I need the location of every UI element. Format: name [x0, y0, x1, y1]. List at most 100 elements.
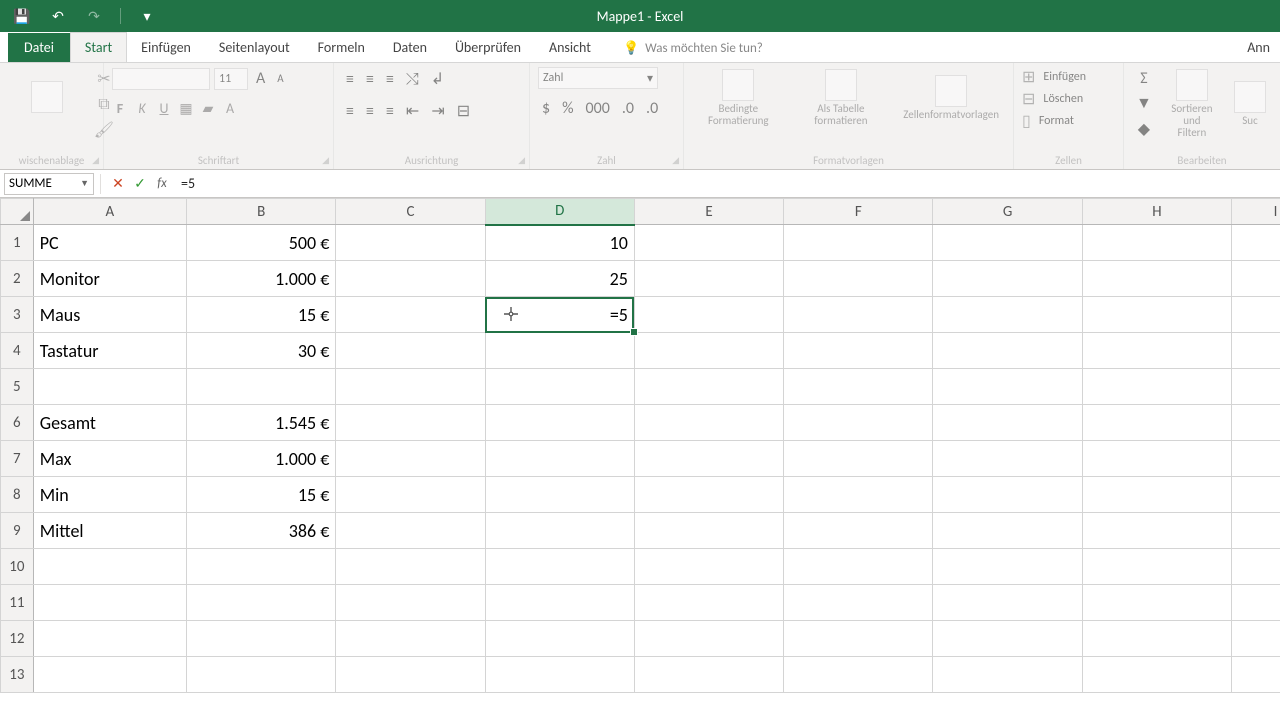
cell-F4[interactable] [784, 333, 933, 369]
cell-H2[interactable] [1082, 261, 1231, 297]
tab-formeln[interactable]: Formeln [304, 33, 379, 62]
align-bottom-button[interactable]: ≡ [382, 68, 398, 91]
cell-G13[interactable] [933, 657, 1082, 693]
align-middle-button[interactable]: ≡ [362, 68, 378, 91]
cell-A2[interactable]: Monitor [33, 261, 186, 297]
cell-H6[interactable] [1082, 405, 1231, 441]
cell-D9[interactable] [485, 513, 634, 549]
find-select-button[interactable]: Suc [1228, 79, 1272, 129]
row-header-12[interactable]: 12 [1, 621, 34, 657]
cell-I10[interactable] [1232, 549, 1280, 585]
conditional-formatting-button[interactable]: Bedingte Formatierung [692, 67, 785, 129]
row-header-9[interactable]: 9 [1, 513, 34, 549]
cell-I12[interactable] [1232, 621, 1280, 657]
row-header-4[interactable]: 4 [1, 333, 34, 369]
cell-F3[interactable] [784, 297, 933, 333]
cell-D7[interactable] [485, 441, 634, 477]
wrap-text-button[interactable]: ↲ [427, 67, 448, 91]
cell-I2[interactable] [1232, 261, 1280, 297]
cell-E11[interactable] [634, 585, 783, 621]
tab-ueberpruefen[interactable]: Überprüfen [441, 33, 535, 62]
cell-D4[interactable] [485, 333, 634, 369]
cell-B2[interactable]: 1.000 € [187, 261, 336, 297]
cell-A5[interactable] [33, 369, 186, 405]
bold-button[interactable]: F [112, 100, 128, 117]
cell-B3[interactable]: 15 € [187, 297, 336, 333]
cell-H8[interactable] [1082, 477, 1231, 513]
tab-einfuegen[interactable]: Einfügen [127, 33, 205, 62]
cell-G8[interactable] [933, 477, 1082, 513]
cell-H5[interactable] [1082, 369, 1231, 405]
font-color-button[interactable]: A [222, 98, 238, 119]
cell-A4[interactable]: Tastatur [33, 333, 186, 369]
cell-I6[interactable] [1232, 405, 1280, 441]
fill-button[interactable]: ▼ [1132, 92, 1156, 115]
cell-H7[interactable] [1082, 441, 1231, 477]
decrease-decimal-button[interactable]: .0 [642, 97, 662, 120]
cell-B8[interactable]: 15 € [187, 477, 336, 513]
cell-C12[interactable] [336, 621, 485, 657]
column-header-H[interactable]: H [1082, 199, 1231, 225]
tab-daten[interactable]: Daten [379, 33, 441, 62]
cell-F9[interactable] [784, 513, 933, 549]
cell-B10[interactable] [187, 549, 336, 585]
align-center-button[interactable]: ≡ [362, 100, 378, 123]
align-right-button[interactable]: ≡ [382, 100, 398, 123]
account-label[interactable]: Ann [1237, 33, 1280, 62]
format-cells-button[interactable]: ▯Format [1022, 111, 1115, 131]
cell-H3[interactable] [1082, 297, 1231, 333]
column-header-G[interactable]: G [933, 199, 1082, 225]
cell-C7[interactable] [336, 441, 485, 477]
dialog-launcher-alignment[interactable]: ◢ [518, 155, 525, 166]
row-header-8[interactable]: 8 [1, 477, 34, 513]
cell-C13[interactable] [336, 657, 485, 693]
cell-D6[interactable] [485, 405, 634, 441]
cell-G9[interactable] [933, 513, 1082, 549]
column-header-F[interactable]: F [784, 199, 933, 225]
row-header-3[interactable]: 3 [1, 297, 34, 333]
cell-F6[interactable] [784, 405, 933, 441]
decrease-indent-button[interactable]: ⇤ [402, 99, 423, 123]
cell-G2[interactable] [933, 261, 1082, 297]
cell-A6[interactable]: Gesamt [33, 405, 186, 441]
copy-button[interactable]: ⧉ [90, 93, 118, 116]
cell-F11[interactable] [784, 585, 933, 621]
autosum-button[interactable]: Σ [1132, 67, 1156, 90]
cell-I8[interactable] [1232, 477, 1280, 513]
cell-G3[interactable] [933, 297, 1082, 333]
cell-E12[interactable] [634, 621, 783, 657]
tab-file[interactable]: Datei [8, 33, 70, 62]
clear-button[interactable]: ◆ [1132, 117, 1156, 141]
save-button[interactable]: 💾 [8, 4, 36, 28]
cell-I3[interactable] [1232, 297, 1280, 333]
cell-G11[interactable] [933, 585, 1082, 621]
decrease-font-button[interactable]: A [273, 70, 287, 87]
cell-H1[interactable] [1082, 225, 1231, 261]
cell-D13[interactable] [485, 657, 634, 693]
cell-H11[interactable] [1082, 585, 1231, 621]
row-header-6[interactable]: 6 [1, 405, 34, 441]
cell-B11[interactable] [187, 585, 336, 621]
cell-A12[interactable] [33, 621, 186, 657]
cut-button[interactable]: ✂ [90, 67, 118, 91]
row-header-1[interactable]: 1 [1, 225, 34, 261]
cell-D10[interactable] [485, 549, 634, 585]
column-header-A[interactable]: A [33, 199, 186, 225]
row-header-10[interactable]: 10 [1, 549, 34, 585]
dialog-launcher-number[interactable]: ◢ [672, 155, 679, 166]
cell-F5[interactable] [784, 369, 933, 405]
column-header-E[interactable]: E [634, 199, 783, 225]
cell-E6[interactable] [634, 405, 783, 441]
cell-C1[interactable] [336, 225, 485, 261]
cell-G12[interactable] [933, 621, 1082, 657]
cell-D3[interactable]: =5 [485, 297, 634, 333]
increase-font-button[interactable]: A [252, 67, 269, 90]
cell-E5[interactable] [634, 369, 783, 405]
cell-C6[interactable] [336, 405, 485, 441]
increase-indent-button[interactable]: ⇥ [427, 99, 448, 123]
cell-A7[interactable]: Max [33, 441, 186, 477]
cell-styles-button[interactable]: Zellenformatvorlagen [897, 73, 1005, 123]
cell-E3[interactable] [634, 297, 783, 333]
cell-H4[interactable] [1082, 333, 1231, 369]
column-header-B[interactable]: B [187, 199, 336, 225]
